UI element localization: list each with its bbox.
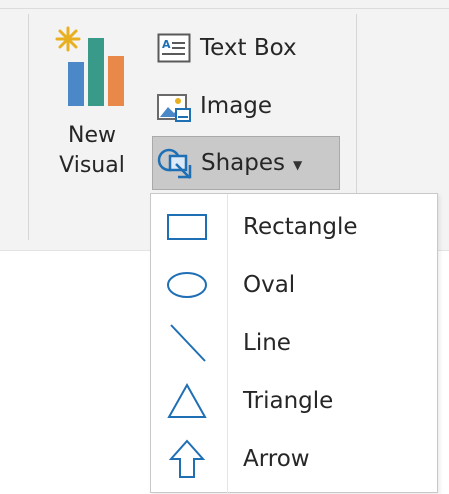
- menu-item-label: Arrow: [243, 446, 310, 472]
- menu-item-oval[interactable]: Oval: [151, 256, 437, 314]
- menu-item-triangle[interactable]: Triangle: [151, 372, 437, 430]
- shapes-icon: [153, 141, 197, 185]
- image-icon: [152, 84, 196, 128]
- shapes-label: Shapes: [201, 150, 286, 176]
- menu-item-label: Rectangle: [243, 214, 358, 240]
- text-box-icon: A: [152, 26, 196, 70]
- menu-item-line[interactable]: Line: [151, 314, 437, 372]
- shapes-button[interactable]: Shapes ▼: [152, 136, 340, 190]
- line-icon: [161, 320, 213, 366]
- oval-icon: [161, 262, 213, 308]
- triangle-icon: [161, 378, 213, 424]
- shapes-dropdown-menu: Rectangle Oval Line Triangle Arrow: [150, 193, 438, 494]
- svg-text:A: A: [162, 38, 171, 51]
- rectangle-icon: [161, 204, 213, 250]
- image-label: Image: [200, 93, 273, 119]
- image-button[interactable]: Image: [152, 82, 272, 130]
- chevron-down-icon: ▼: [293, 157, 303, 172]
- menu-item-arrow[interactable]: Arrow: [151, 430, 437, 488]
- ribbon-top-border: [0, 8, 449, 9]
- menu-item-label: Oval: [243, 272, 296, 298]
- group-separator-left: [28, 14, 29, 240]
- arrow-up-icon: [161, 436, 213, 482]
- text-box-button[interactable]: A Text Box: [152, 24, 297, 72]
- menu-item-rectangle[interactable]: Rectangle: [151, 198, 437, 256]
- text-box-label: Text Box: [200, 35, 297, 61]
- menu-item-label: Triangle: [243, 388, 334, 414]
- new-visual-button[interactable]: New Visual: [46, 22, 146, 192]
- new-visual-label: New Visual: [59, 123, 125, 178]
- bar-chart-sparkle-icon: [55, 26, 124, 106]
- menu-item-label: Line: [243, 330, 291, 356]
